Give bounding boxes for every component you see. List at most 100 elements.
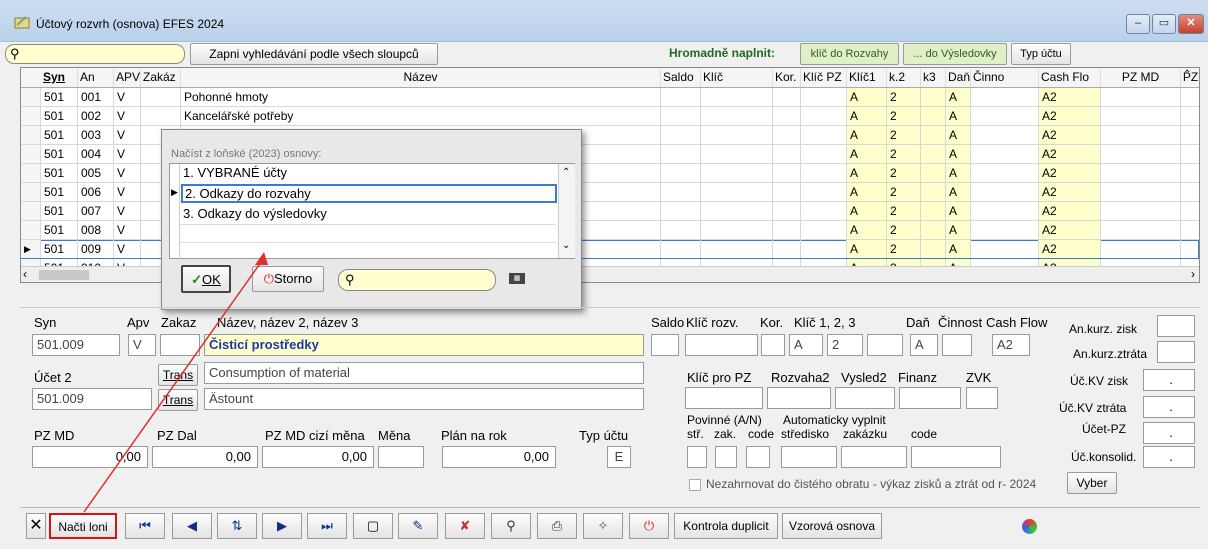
table-cell[interactable] bbox=[801, 164, 847, 182]
klic-pz-field[interactable] bbox=[685, 387, 763, 409]
scroll-down-icon[interactable]: ⌄ bbox=[562, 240, 570, 251]
povinne-code-field[interactable] bbox=[746, 446, 770, 468]
storno-button[interactable]: ⏻Storno bbox=[252, 266, 324, 292]
close-button[interactable]: ✕ bbox=[1178, 14, 1204, 34]
konsolid-field[interactable]: . bbox=[1143, 446, 1195, 468]
table-cell[interactable]: A bbox=[946, 202, 971, 220]
column-header[interactable]: Činno bbox=[971, 68, 1039, 87]
table-cell[interactable] bbox=[801, 183, 847, 201]
table-cell[interactable] bbox=[661, 164, 701, 182]
kv-ztrata-field[interactable]: . bbox=[1143, 396, 1195, 418]
nacti-loni-button[interactable]: Načti loni bbox=[49, 513, 117, 539]
table-cell[interactable]: A2 bbox=[1039, 145, 1101, 163]
column-header[interactable]: Zakáz bbox=[141, 68, 181, 87]
table-cell[interactable]: Kancelářské potřeby bbox=[181, 107, 661, 125]
typ-uctu-field[interactable]: E bbox=[607, 446, 631, 468]
table-cell[interactable]: A bbox=[847, 183, 887, 201]
table-cell[interactable]: 501 bbox=[41, 107, 78, 125]
table-cell[interactable] bbox=[1101, 240, 1181, 258]
dialog-search-input[interactable]: ⚲ bbox=[338, 269, 496, 291]
row-indicator[interactable] bbox=[21, 202, 41, 220]
zakaz-field[interactable] bbox=[160, 334, 200, 356]
column-header[interactable]: Klíč1 bbox=[847, 68, 887, 87]
table-cell[interactable] bbox=[971, 221, 1039, 239]
column-header[interactable]: Saldo bbox=[661, 68, 701, 87]
pzmd-cizi-field[interactable]: 0,00 bbox=[262, 446, 374, 468]
table-cell[interactable] bbox=[773, 183, 801, 201]
column-header[interactable]: Klíč PZ bbox=[801, 68, 847, 87]
an-kurz-ztrata-field[interactable] bbox=[1157, 341, 1195, 363]
table-cell[interactable] bbox=[701, 202, 773, 220]
table-cell[interactable]: 501 bbox=[41, 240, 78, 258]
mena-field[interactable] bbox=[378, 446, 424, 468]
table-cell[interactable]: 501 bbox=[41, 126, 78, 144]
table-cell[interactable] bbox=[1181, 164, 1199, 182]
table-cell[interactable]: 002 bbox=[78, 107, 114, 125]
table-cell[interactable]: 501 bbox=[41, 164, 78, 182]
table-cell[interactable] bbox=[971, 183, 1039, 201]
table-cell[interactable] bbox=[971, 240, 1039, 258]
delete-icon[interactable]: ✘ bbox=[445, 513, 485, 539]
table-cell[interactable]: 2 bbox=[887, 126, 921, 144]
table-cell[interactable] bbox=[661, 126, 701, 144]
vyber-button[interactable]: Vyber bbox=[1067, 472, 1117, 494]
table-cell[interactable]: A2 bbox=[1039, 240, 1101, 258]
column-header[interactable]: APV bbox=[114, 68, 141, 87]
klic-rozv-field[interactable] bbox=[685, 334, 758, 356]
last-record-icon[interactable]: ⏭ bbox=[307, 513, 347, 539]
table-cell[interactable] bbox=[1101, 164, 1181, 182]
table-cell[interactable]: 501 bbox=[41, 183, 78, 201]
auto-stredisko-field[interactable] bbox=[781, 446, 837, 468]
table-cell[interactable] bbox=[971, 107, 1039, 125]
table-cell[interactable] bbox=[773, 126, 801, 144]
table-cell[interactable]: 004 bbox=[78, 145, 114, 163]
table-cell[interactable]: 2 bbox=[887, 88, 921, 106]
keyboard-icon[interactable]: ▦ bbox=[509, 273, 525, 284]
table-cell[interactable] bbox=[1101, 202, 1181, 220]
list-item-selected[interactable]: 2. Odkazy do rozvahy bbox=[181, 184, 557, 203]
color-icon[interactable] bbox=[1022, 519, 1037, 534]
table-cell[interactable]: A2 bbox=[1039, 164, 1101, 182]
column-header[interactable]: Syn bbox=[41, 68, 78, 87]
table-cell[interactable] bbox=[971, 126, 1039, 144]
table-cell[interactable]: A bbox=[946, 240, 971, 258]
ucet2-field[interactable]: 501.009 bbox=[32, 388, 152, 410]
table-cell[interactable]: 2 bbox=[887, 183, 921, 201]
table-cell[interactable]: V bbox=[114, 107, 141, 125]
key-vysledovka-button[interactable]: ... do Výsledovky bbox=[903, 43, 1007, 65]
table-cell[interactable] bbox=[1181, 88, 1199, 106]
table-cell[interactable] bbox=[773, 88, 801, 106]
klic1-field[interactable]: A bbox=[789, 334, 823, 356]
column-header[interactable]: Klíč bbox=[701, 68, 773, 87]
table-cell[interactable] bbox=[773, 240, 801, 258]
sort-icon[interactable]: ⇅ bbox=[217, 513, 257, 539]
kv-zisk-field[interactable]: . bbox=[1143, 369, 1195, 391]
edit-icon[interactable]: ✎ bbox=[398, 513, 438, 539]
kontrola-duplicit-button[interactable]: Kontrola duplicit bbox=[674, 513, 778, 539]
table-cell[interactable]: V bbox=[114, 202, 141, 220]
table-cell[interactable] bbox=[801, 202, 847, 220]
table-cell[interactable] bbox=[801, 221, 847, 239]
table-cell[interactable] bbox=[801, 107, 847, 125]
exclude-checkbox[interactable] bbox=[689, 479, 701, 491]
table-cell[interactable]: A bbox=[847, 126, 887, 144]
table-cell[interactable] bbox=[1181, 126, 1199, 144]
scroll-up-icon[interactable]: ⌃ bbox=[562, 167, 570, 178]
table-cell[interactable]: A2 bbox=[1039, 202, 1101, 220]
trans-button-1[interactable]: Trans bbox=[158, 364, 198, 386]
table-cell[interactable] bbox=[971, 202, 1039, 220]
table-cell[interactable]: A bbox=[847, 145, 887, 163]
row-indicator[interactable] bbox=[21, 164, 41, 182]
vysled2-field[interactable] bbox=[835, 387, 895, 409]
table-cell[interactable]: V bbox=[114, 183, 141, 201]
next-record-icon[interactable]: ▶ bbox=[262, 513, 302, 539]
table-cell[interactable] bbox=[801, 88, 847, 106]
table-cell[interactable] bbox=[1101, 107, 1181, 125]
table-cell[interactable]: A bbox=[847, 164, 887, 182]
table-cell[interactable] bbox=[1101, 126, 1181, 144]
table-cell[interactable] bbox=[701, 164, 773, 182]
table-cell[interactable] bbox=[971, 164, 1039, 182]
table-cell[interactable]: A bbox=[946, 145, 971, 163]
table-cell[interactable] bbox=[1101, 145, 1181, 163]
table-cell[interactable] bbox=[701, 88, 773, 106]
